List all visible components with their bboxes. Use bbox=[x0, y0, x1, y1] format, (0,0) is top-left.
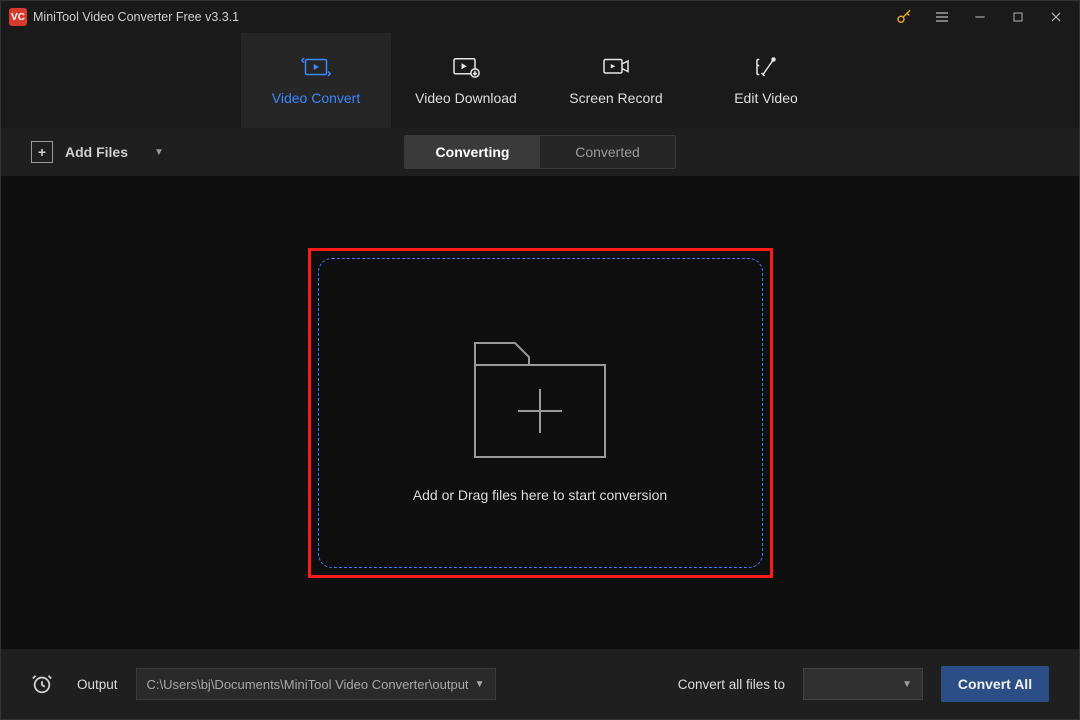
convert-all-button[interactable]: Convert All bbox=[941, 666, 1049, 702]
add-files-button[interactable]: + Add Files ▼ bbox=[31, 141, 164, 163]
tab-converted[interactable]: Converted bbox=[540, 136, 675, 168]
main-nav: Video Convert Video Download Screen Reco… bbox=[1, 33, 1079, 128]
tab-converting[interactable]: Converting bbox=[405, 136, 540, 168]
tab-label: Video Convert bbox=[272, 90, 360, 106]
license-key-icon[interactable] bbox=[885, 1, 923, 33]
file-drop-zone[interactable]: Add or Drag files here to start conversi… bbox=[318, 258, 763, 568]
menu-icon[interactable] bbox=[923, 1, 961, 33]
plus-box-icon: + bbox=[31, 141, 53, 163]
chevron-down-icon: ▼ bbox=[902, 679, 912, 690]
tab-label: Video Download bbox=[415, 90, 517, 106]
bottom-bar: Output C:\Users\bj\Documents\MiniTool Vi… bbox=[1, 649, 1079, 719]
conversion-state-tabs: Converting Converted bbox=[404, 135, 676, 169]
tab-video-convert[interactable]: Video Convert bbox=[241, 33, 391, 128]
convert-all-format-label: Convert all files to bbox=[678, 677, 785, 692]
tab-video-download[interactable]: Video Download bbox=[391, 33, 541, 128]
tab-screen-record[interactable]: Screen Record bbox=[541, 33, 691, 128]
window-title: MiniTool Video Converter Free v3.3.1 bbox=[33, 10, 239, 24]
chevron-down-icon[interactable]: ▼ bbox=[154, 147, 164, 158]
output-label: Output bbox=[77, 677, 118, 692]
tab-label: Screen Record bbox=[569, 90, 662, 106]
minimize-icon[interactable] bbox=[961, 1, 999, 33]
titlebar: VC MiniTool Video Converter Free v3.3.1 bbox=[1, 1, 1079, 33]
maximize-icon[interactable] bbox=[999, 1, 1037, 33]
close-icon[interactable] bbox=[1037, 1, 1075, 33]
schedule-icon[interactable] bbox=[31, 673, 53, 695]
chevron-down-icon: ▼ bbox=[475, 679, 485, 690]
folder-plus-icon bbox=[465, 323, 615, 463]
app-logo-icon: VC bbox=[9, 8, 27, 26]
tutorial-highlight-box: Add or Drag files here to start conversi… bbox=[308, 248, 773, 578]
main-panel: Add or Drag files here to start conversi… bbox=[1, 176, 1079, 649]
target-format-dropdown[interactable]: ▼ bbox=[803, 668, 923, 700]
output-path-value: C:\Users\bj\Documents\MiniTool Video Con… bbox=[147, 677, 469, 692]
tab-label: Edit Video bbox=[734, 90, 798, 106]
output-path-dropdown[interactable]: C:\Users\bj\Documents\MiniTool Video Con… bbox=[136, 668, 496, 700]
tab-edit-video[interactable]: Edit Video bbox=[691, 33, 841, 128]
toolbar: + Add Files ▼ Converting Converted bbox=[1, 128, 1079, 176]
drop-hint-text: Add or Drag files here to start conversi… bbox=[413, 487, 667, 503]
add-files-label: Add Files bbox=[65, 144, 128, 160]
